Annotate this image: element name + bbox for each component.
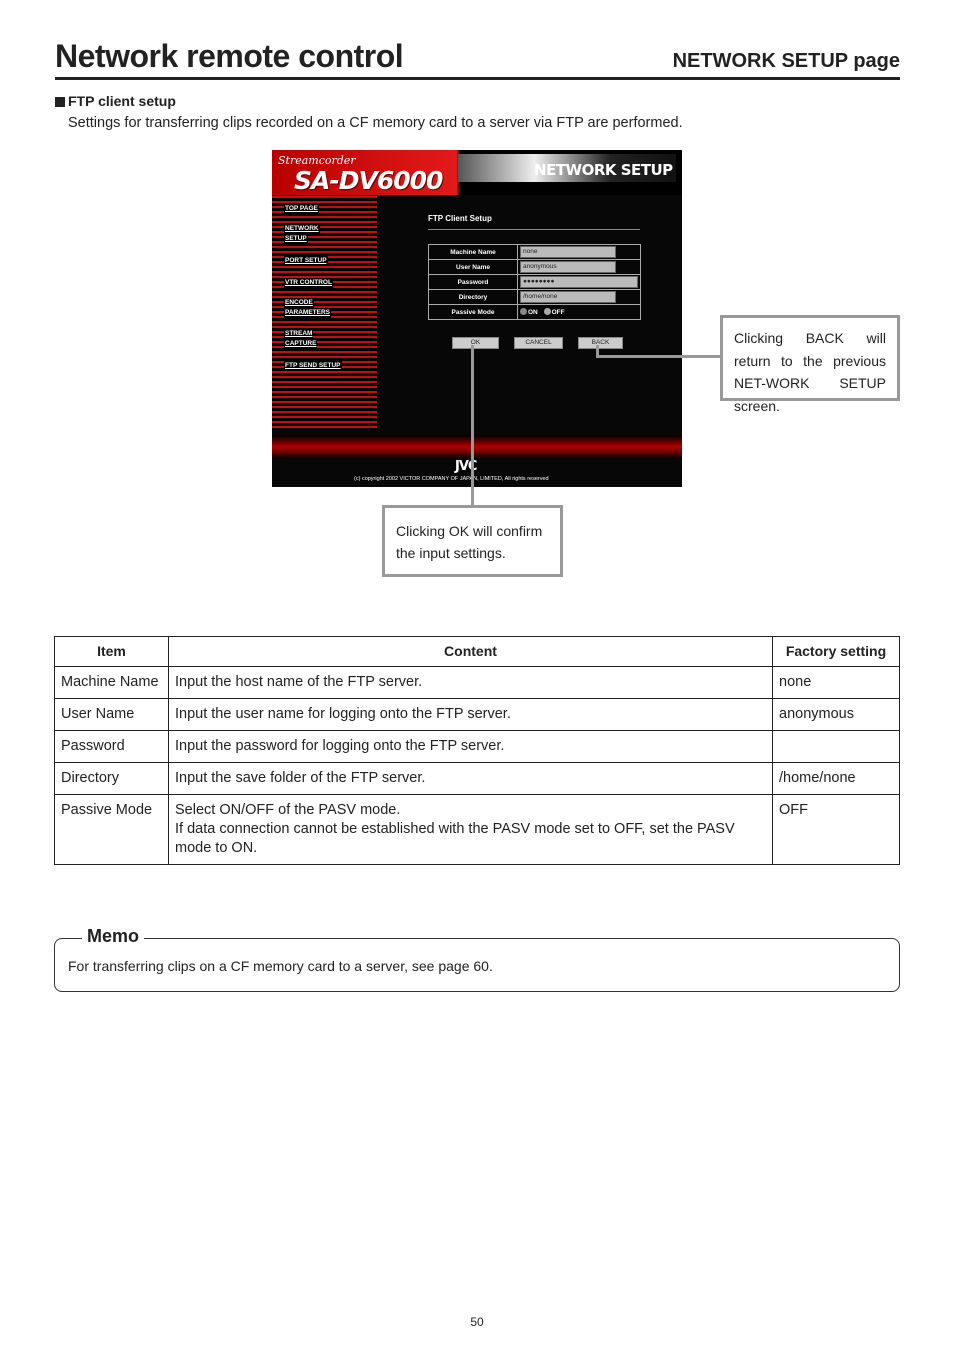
section-heading-text: FTP client setup [68, 93, 176, 109]
cell-content: Input the password for logging onto the … [168, 730, 773, 763]
cell-content-line: Select ON/OFF of the PASV mode. [175, 802, 401, 818]
directory-input[interactable]: /home/none [520, 291, 616, 303]
page-subtitle: NETWORK SETUP page [672, 50, 900, 72]
page-number: 50 [470, 1315, 484, 1329]
cell-item: Machine Name [54, 666, 169, 699]
cell-item: User Name [54, 698, 169, 731]
radio-on-label: ON [528, 309, 538, 316]
table-row: Password Input the password for logging o… [54, 730, 900, 763]
header-item: Item [54, 636, 169, 667]
cell-item: Password [54, 730, 169, 763]
radio-on[interactable] [520, 308, 527, 315]
nav-ftp-send-setup[interactable]: FTP SEND SETUP [284, 361, 342, 371]
cell-content: Select ON/OFF of the PASV mode. If data c… [168, 794, 773, 865]
user-name-input[interactable]: anonymous [520, 261, 616, 273]
field-label: User Name [428, 259, 518, 275]
form-row: Directory/home/none [428, 289, 641, 305]
field-label: Machine Name [428, 244, 518, 260]
cell-setting: anonymous [772, 698, 900, 731]
cell-setting: /home/none [772, 762, 900, 795]
field-label: Password [428, 274, 518, 290]
settings-table: Item Content Factory setting Machine Nam… [54, 636, 900, 865]
machine-name-input[interactable]: none [520, 246, 616, 258]
table-row: User Name Input the user name for logging… [54, 698, 900, 731]
nav-stream[interactable]: STREAM [284, 329, 314, 339]
form-title: FTP Client Setup [428, 214, 492, 223]
ok-callout: Clicking OK will confirm the input setti… [382, 505, 563, 577]
nav-stream-capture[interactable]: CAPTURE [284, 339, 318, 349]
nav-port-setup[interactable]: PORT SETUP [284, 256, 328, 266]
cell-content: Input the user name for logging onto the… [168, 698, 773, 731]
form-row: Machine Name none [428, 244, 641, 260]
cell-item: Passive Mode [54, 794, 169, 865]
cell-setting [772, 730, 900, 763]
screenshot-page-title: NETWORK SETUP [534, 161, 673, 179]
form-row: Passive Mode ON OFF [428, 304, 641, 320]
table-row: Passive Mode Select ON/OFF of the PASV mo… [54, 794, 900, 865]
password-input[interactable]: ●●●●●●●● [520, 276, 638, 288]
field-label: Directory [428, 289, 518, 305]
network-setup-screenshot: Streamcorder SA-DV6000 NETWORK SETUP TOP… [272, 150, 682, 487]
cell-content: Input the save folder of the FTP server. [168, 762, 773, 795]
radio-off[interactable] [543, 308, 551, 315]
section-description: Settings for transferring clips recorded… [68, 115, 683, 131]
back-callout: Clicking BACK will return to the previou… [720, 315, 900, 414]
table-header-row: Item Content Factory setting [54, 636, 900, 667]
back-button[interactable]: BACK [578, 337, 623, 349]
nav-network[interactable]: NETWORK [284, 224, 320, 234]
nav-encode[interactable]: ENCODE [284, 298, 314, 308]
nav-vtr-control[interactable]: VTR CONTROL [284, 278, 333, 288]
nav-top-page[interactable]: TOP PAGE [284, 204, 319, 214]
page-title: Network remote control [55, 38, 404, 74]
header-factory-setting: Factory setting [772, 636, 900, 667]
cancel-button[interactable]: CANCEL [514, 337, 563, 349]
ok-button[interactable]: OK [452, 337, 499, 349]
table-row: Machine Name Input the host name of the F… [54, 666, 900, 699]
ok-leader-line [471, 345, 474, 506]
square-bullet-icon [55, 97, 65, 107]
memo-text: For transferring clips on a CF memory ca… [68, 958, 493, 974]
field-label: Passive Mode [428, 304, 518, 320]
cell-content: Input the host name of the FTP server. [168, 666, 773, 699]
form-row: User Name anonymous [428, 259, 641, 275]
cell-item: Directory [54, 762, 169, 795]
copyright-notice: (c) copyright 2002 VICTOR COMPANY OF JAP… [354, 476, 549, 482]
nav-network-setup[interactable]: SETUP [284, 234, 308, 244]
screenshot-footer-band [272, 435, 682, 459]
form-row: Password ●●●●●●●● [428, 274, 641, 290]
cell-content-line: If data connection cannot be established… [175, 821, 735, 856]
memo-label: Memo [82, 926, 145, 947]
cell-setting: none [772, 666, 900, 699]
ftp-form: Machine Name none User Name anonymous Pass… [428, 244, 641, 320]
table-row: Directory Input the save folder of the FT… [54, 762, 900, 795]
cell-setting: OFF [772, 794, 900, 865]
brand-model: SA-DV6000 [294, 166, 443, 195]
title-rule [55, 77, 900, 80]
nav-encode-parameters[interactable]: PARAMETERS [284, 308, 332, 318]
header-content: Content [168, 636, 773, 667]
radio-off-label: OFF [551, 309, 565, 316]
section-heading: FTP client setup [55, 93, 176, 109]
back-leader-horizontal [596, 355, 721, 358]
form-title-rule [428, 229, 640, 230]
